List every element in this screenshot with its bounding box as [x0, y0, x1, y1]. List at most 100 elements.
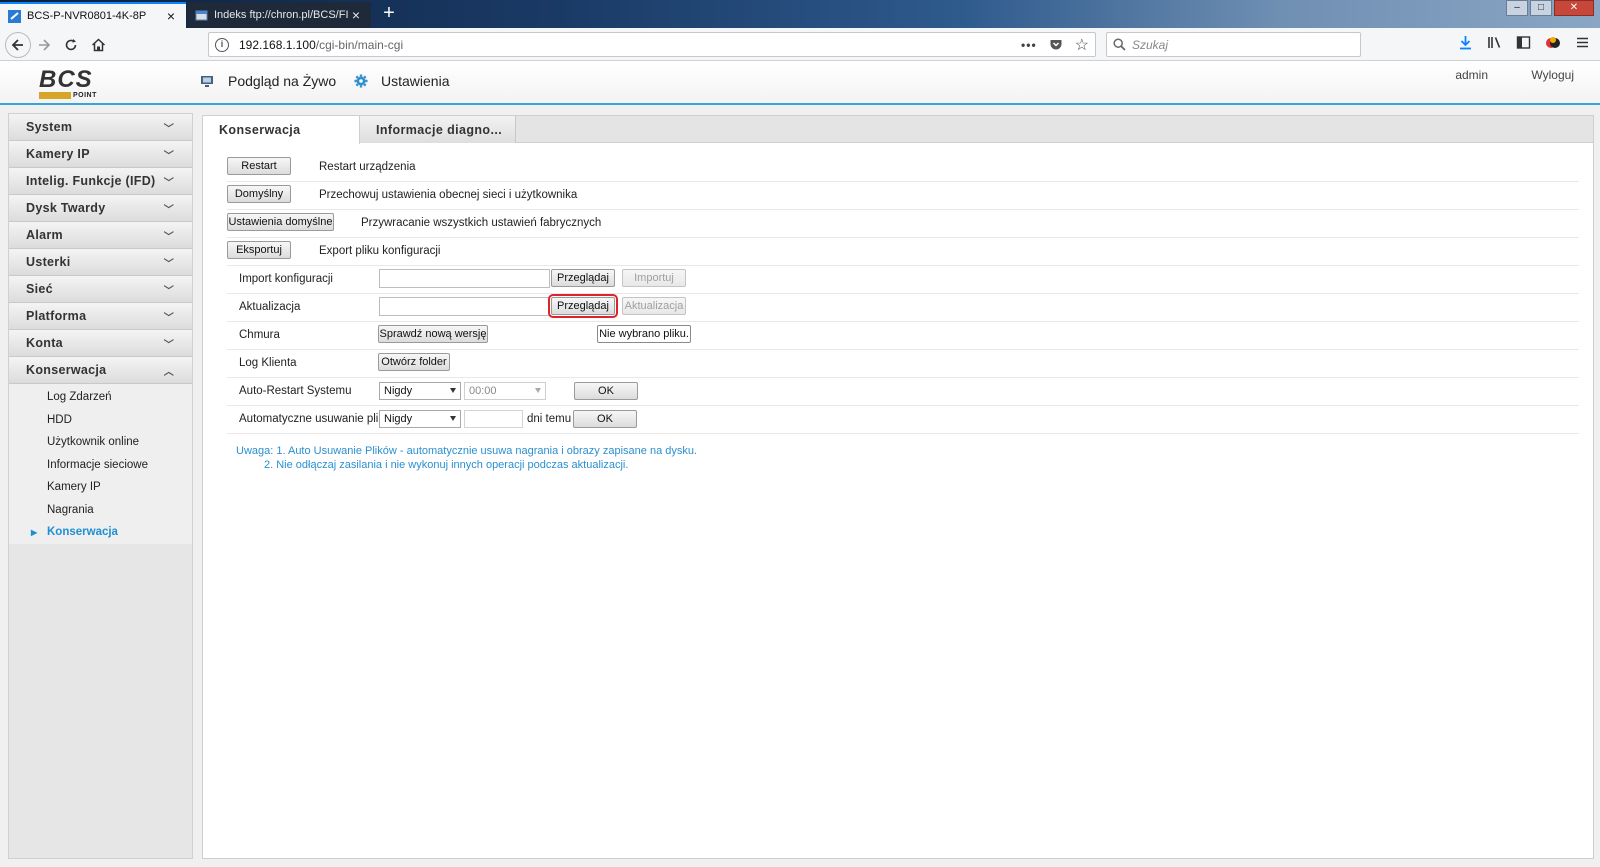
extension-icon[interactable]: [1545, 35, 1561, 50]
folder-page-icon: [195, 10, 208, 20]
auto-restart-time-select[interactable]: 00:00: [464, 382, 546, 400]
row-client-log: Log Klienta Otwórz folder: [227, 350, 1579, 378]
sidebar-subitem-maintenance[interactable]: ▶ Konserwacja: [9, 521, 192, 544]
sidebar-subitem-online-users[interactable]: Użytkownik online: [9, 431, 192, 454]
default-description: Przechowuj ustawienia obecnej sieci i uż…: [319, 189, 578, 201]
no-file-selected-tooltip: Nie wybrano pliku.: [597, 325, 691, 343]
restart-button[interactable]: Restart: [227, 157, 291, 175]
library-icon[interactable]: [1487, 35, 1502, 50]
logout-link[interactable]: Wyloguj: [1531, 68, 1574, 82]
caret-right-icon: ▶: [31, 527, 38, 537]
sidebar-item-hard-disk[interactable]: Dysk Twardy ﹀: [9, 195, 192, 222]
note-line-1: Uwaga: 1. Auto Usuwanie Plików - automat…: [236, 445, 698, 457]
maximize-icon[interactable]: □: [1530, 0, 1552, 16]
home-icon[interactable]: [87, 34, 109, 56]
check-new-version-button[interactable]: Sprawdź nową wersję: [378, 325, 488, 343]
sidebar-subitem-label: Kamery IP: [47, 481, 101, 494]
browser-tab-nvr[interactable]: BCS-P-NVR0801-4K-8P ×: [0, 2, 186, 28]
download-icon[interactable]: [1458, 35, 1473, 50]
import-button[interactable]: Importuj: [622, 269, 686, 287]
factory-defaults-button[interactable]: Ustawienia domyślne: [227, 213, 334, 231]
new-tab-icon[interactable]: +: [378, 3, 400, 25]
search-bar[interactable]: Szukaj: [1106, 32, 1361, 57]
nav-settings[interactable]: Ustawienia: [354, 73, 449, 89]
forward-icon[interactable]: [33, 34, 55, 56]
auto-restart-frequency-select[interactable]: Nigdy: [379, 382, 461, 400]
close-window-icon[interactable]: ✕: [1554, 0, 1594, 16]
auto-delete-ok-button[interactable]: OK: [573, 410, 637, 428]
search-icon: [1113, 38, 1126, 51]
sidebar-item-maintenance[interactable]: Konserwacja ︿: [9, 357, 192, 384]
sidebar-toggle-icon[interactable]: [1516, 35, 1531, 50]
factory-defaults-description: Przywracanie wszystkich ustawień fabrycz…: [361, 217, 602, 229]
sidebar-item-label: Kamery IP: [26, 147, 90, 161]
sidebar-item-label: Sieć: [26, 282, 53, 296]
monitor-icon: [201, 75, 213, 87]
auto-delete-days-input[interactable]: [464, 410, 523, 428]
sidebar-item-platform[interactable]: Platforma ﹀: [9, 303, 192, 330]
current-user: admin: [1455, 68, 1488, 82]
gear-icon: [354, 74, 368, 88]
main-panel: Konserwacja Informacje diagno... Restart…: [202, 115, 1594, 859]
sidebar-item-smart-functions[interactable]: Intelig. Funkcje (IFD) ﹀: [9, 168, 192, 195]
chevron-down-icon: ﹀: [163, 150, 174, 162]
export-button[interactable]: Eksportuj: [227, 241, 291, 259]
sidebar-item-ip-cameras[interactable]: Kamery IP ﹀: [9, 141, 192, 168]
nav-live-view[interactable]: Podgląd na Żywo: [200, 73, 336, 89]
sidebar-subitem-hdd[interactable]: HDD: [9, 409, 192, 432]
reload-icon[interactable]: [60, 34, 82, 56]
sidebar-item-network[interactable]: Sieć ﹀: [9, 276, 192, 303]
row-factory-defaults: Ustawienia domyślne Przywracanie wszystk…: [227, 210, 1579, 238]
update-browse-button[interactable]: Przeglądaj: [548, 294, 618, 318]
chevron-down-icon: ﹀: [163, 285, 174, 297]
chevron-down-icon: ﹀: [163, 231, 174, 243]
search-placeholder: Szukaj: [1132, 37, 1169, 52]
browser-tab-bar: BCS-P-NVR0801-4K-8P × Indeks ftp://chron…: [0, 0, 1600, 28]
update-file-field[interactable]: [379, 297, 550, 316]
sidebar-item-label: Konserwacja: [26, 363, 107, 377]
sidebar-subitem-network-info[interactable]: Informacje sieciowe: [9, 454, 192, 477]
url-bar[interactable]: i 192.168.1.100/cgi-bin/main-cgi ••• ☆: [208, 32, 1096, 57]
browser-tab-ftp[interactable]: Indeks ftp://chron.pl/BCS/FIRM ×: [187, 2, 371, 28]
cloud-label: Chmura: [239, 329, 280, 341]
pocket-icon[interactable]: [1049, 38, 1063, 52]
sidebar-item-faults[interactable]: Usterki ﹀: [9, 249, 192, 276]
row-default: Domyślny Przechowuj ustawienia obecnej s…: [227, 182, 1579, 210]
bookmark-star-icon[interactable]: ☆: [1075, 35, 1089, 55]
update-button[interactable]: Aktualizacja: [622, 297, 686, 315]
sidebar-item-system[interactable]: System ﹀: [9, 114, 192, 141]
sidebar-subitem-label: Informacje sieciowe: [47, 458, 148, 471]
import-file-field[interactable]: [379, 269, 550, 288]
sidebar-item-alarm[interactable]: Alarm ﹀: [9, 222, 192, 249]
tab-maintenance[interactable]: Konserwacja: [203, 116, 360, 144]
close-tab-icon[interactable]: ×: [164, 9, 178, 23]
sidebar-subitem-recordings[interactable]: Nagrania: [9, 499, 192, 522]
tab-diagnostics[interactable]: Informacje diagno...: [360, 116, 516, 143]
bcs-logo: BCS POINT: [39, 66, 105, 99]
restart-description: Restart urządzenia: [319, 161, 416, 173]
sidebar-item-accounts[interactable]: Konta ﹀: [9, 330, 192, 357]
logo-text: BCS: [39, 66, 93, 93]
open-folder-button[interactable]: Otwórz folder: [378, 353, 450, 371]
row-restart: Restart Restart urządzenia: [227, 154, 1579, 182]
sidebar-subitem-label: Użytkownik online: [47, 436, 140, 449]
menu-icon[interactable]: [1575, 35, 1590, 50]
minimize-icon[interactable]: –: [1506, 0, 1528, 16]
select-value: Nigdy: [384, 413, 413, 425]
main-tabs: Konserwacja Informacje diagno...: [203, 116, 1593, 144]
close-tab-icon[interactable]: ×: [349, 8, 363, 22]
back-icon[interactable]: [5, 32, 31, 58]
chevron-down-icon: ﹀: [163, 177, 174, 189]
auto-restart-ok-button[interactable]: OK: [574, 382, 638, 400]
sidebar-subitem-label: Nagrania: [47, 503, 94, 516]
logo-subtext: POINT: [73, 92, 97, 99]
sidebar-subitem-ip-cameras[interactable]: Kamery IP: [9, 476, 192, 499]
site-info-icon[interactable]: i: [215, 37, 229, 52]
import-browse-button[interactable]: Przeglądaj: [551, 269, 615, 287]
chevron-down-icon: ﹀: [163, 204, 174, 216]
page-actions-icon[interactable]: •••: [1021, 38, 1037, 52]
default-button[interactable]: Domyślny: [227, 185, 291, 203]
sidebar-subitem-event-log[interactable]: Log Zdarzeń: [9, 386, 192, 409]
auto-delete-frequency-select[interactable]: Nigdy: [379, 410, 461, 428]
sidebar-item-label: Dysk Twardy: [26, 201, 106, 215]
